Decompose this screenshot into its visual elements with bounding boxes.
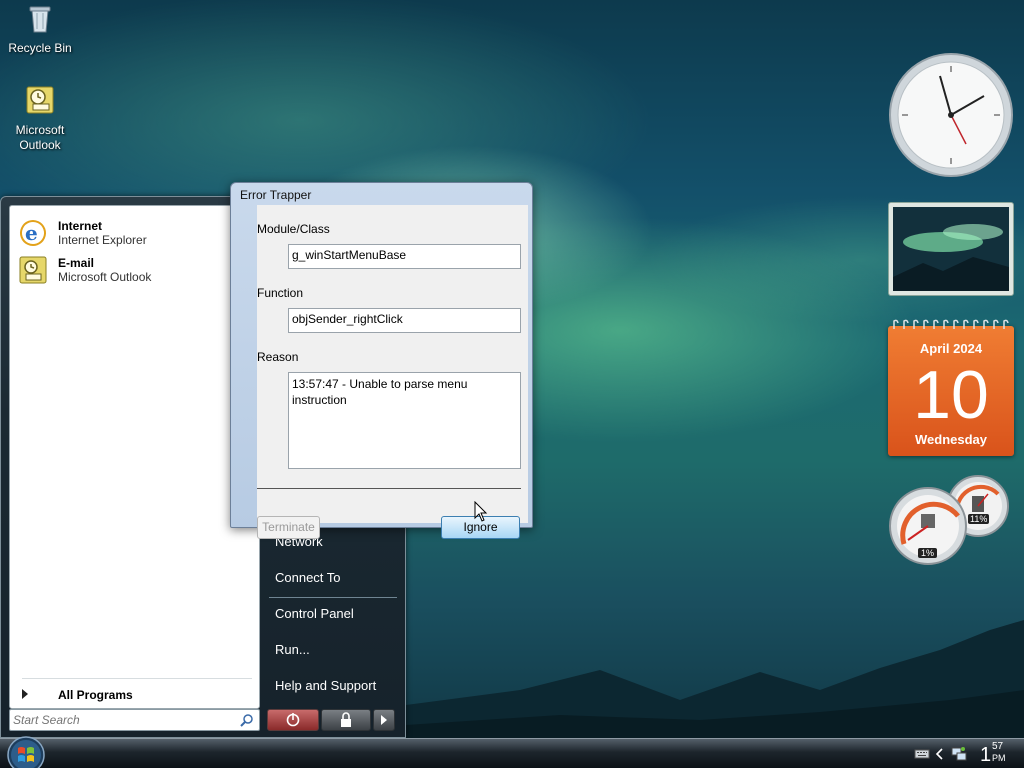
- calendar-weekday: Wednesday: [914, 432, 987, 447]
- dialog-title: Error Trapper: [240, 188, 312, 202]
- slideshow-gadget[interactable]: [888, 202, 1014, 296]
- clock-minute: 57: [992, 741, 1004, 752]
- aurora-thumbnail: [893, 207, 1009, 291]
- keyboard-icon[interactable]: [914, 748, 930, 760]
- clock-ampm: PM: [992, 753, 1006, 763]
- module-field[interactable]: g_winStartMenuBase: [288, 244, 521, 269]
- all-programs-divider: [22, 678, 252, 679]
- pinned-item-title: E-mail: [58, 256, 95, 270]
- svg-text:e: e: [25, 221, 38, 245]
- chevron-right-icon: [22, 689, 28, 699]
- outlook-icon: [26, 86, 54, 114]
- power-button[interactable]: [267, 709, 319, 731]
- pinned-item-internet[interactable]: e Internet Internet Explorer: [16, 216, 254, 250]
- function-label: Function: [257, 286, 304, 300]
- start-menu-item-help-and-support[interactable]: Help and Support: [275, 675, 376, 697]
- windows-start-orb-icon[interactable]: [6, 735, 46, 768]
- terminate-button[interactable]: Terminate: [257, 516, 320, 539]
- lock-icon: [341, 712, 351, 727]
- dialog-body: Module/Class g_winStartMenuBase Function…: [257, 205, 528, 539]
- chevron-right-icon: [381, 715, 387, 725]
- start-search-box[interactable]: [9, 709, 260, 731]
- shutdown-options-button[interactable]: [373, 709, 395, 731]
- network-tray-icon[interactable]: [950, 745, 968, 763]
- power-icon: [286, 713, 300, 727]
- clock-gadget[interactable]: [888, 52, 1014, 178]
- start-menu-item-connect-to[interactable]: Connect To: [275, 567, 341, 589]
- desktop-icon-label: Recycle Bin: [8, 41, 72, 55]
- reason-label: Reason: [257, 350, 299, 364]
- pinned-item-subtitle: Microsoft Outlook: [58, 270, 152, 284]
- calendar-day: 10: [913, 357, 989, 433]
- start-search-input[interactable]: [13, 712, 233, 728]
- pinned-item-title: Internet: [58, 219, 103, 233]
- desktop-icon-outlook[interactable]: Microsoft Outlook: [0, 84, 80, 153]
- start-menu-item-run[interactable]: Run...: [275, 639, 310, 661]
- memory-percent: 11%: [968, 514, 990, 524]
- outlook-icon: [19, 256, 47, 284]
- start-menu-item-control-panel[interactable]: Control Panel: [275, 603, 354, 625]
- function-field[interactable]: objSender_rightClick: [288, 308, 521, 333]
- start-menu-programs-pane: e Internet Internet Explorer E-mail Micr…: [9, 205, 260, 709]
- tray-clock[interactable]: 1 57 PM: [980, 741, 1020, 767]
- pinned-item-subtitle: Internet Explorer: [58, 233, 147, 247]
- power-controls: [267, 709, 395, 731]
- taskbar: 1 57 PM: [0, 735, 1024, 768]
- module-label: Module/Class: [257, 222, 330, 236]
- dialog-divider: [257, 488, 521, 489]
- cpu-meter-gadget[interactable]: 11% 1%: [888, 474, 1014, 570]
- pinned-item-email[interactable]: E-mail Microsoft Outlook: [16, 253, 254, 287]
- calendar-month: April 2024: [919, 341, 983, 356]
- clock-hour: 1: [980, 744, 992, 766]
- desktop-icon-recycle-bin[interactable]: Recycle Bin: [0, 2, 80, 56]
- all-programs-button[interactable]: All Programs: [16, 684, 254, 706]
- lock-button[interactable]: [321, 709, 371, 731]
- desktop-icon-label: Microsoft Outlook: [15, 123, 65, 152]
- start-menu-divider: [269, 597, 397, 598]
- reason-field[interactable]: 13:57:47 - Unable to parse menu instruct…: [288, 372, 521, 469]
- all-programs-label: All Programs: [58, 688, 133, 702]
- internet-explorer-icon: e: [20, 220, 46, 246]
- mouse-cursor-icon: [474, 501, 488, 522]
- recycle-bin-icon: [29, 6, 51, 33]
- chevron-left-icon[interactable]: [935, 747, 945, 761]
- calendar-spiral-icon: [893, 319, 1009, 329]
- search-icon[interactable]: [240, 713, 254, 727]
- error-trapper-dialog: Error Trapper Module/Class g_winStartMen…: [230, 182, 533, 539]
- cpu-percent: 1%: [918, 548, 938, 558]
- calendar-gadget[interactable]: April 2024 10 Wednesday: [888, 319, 1014, 456]
